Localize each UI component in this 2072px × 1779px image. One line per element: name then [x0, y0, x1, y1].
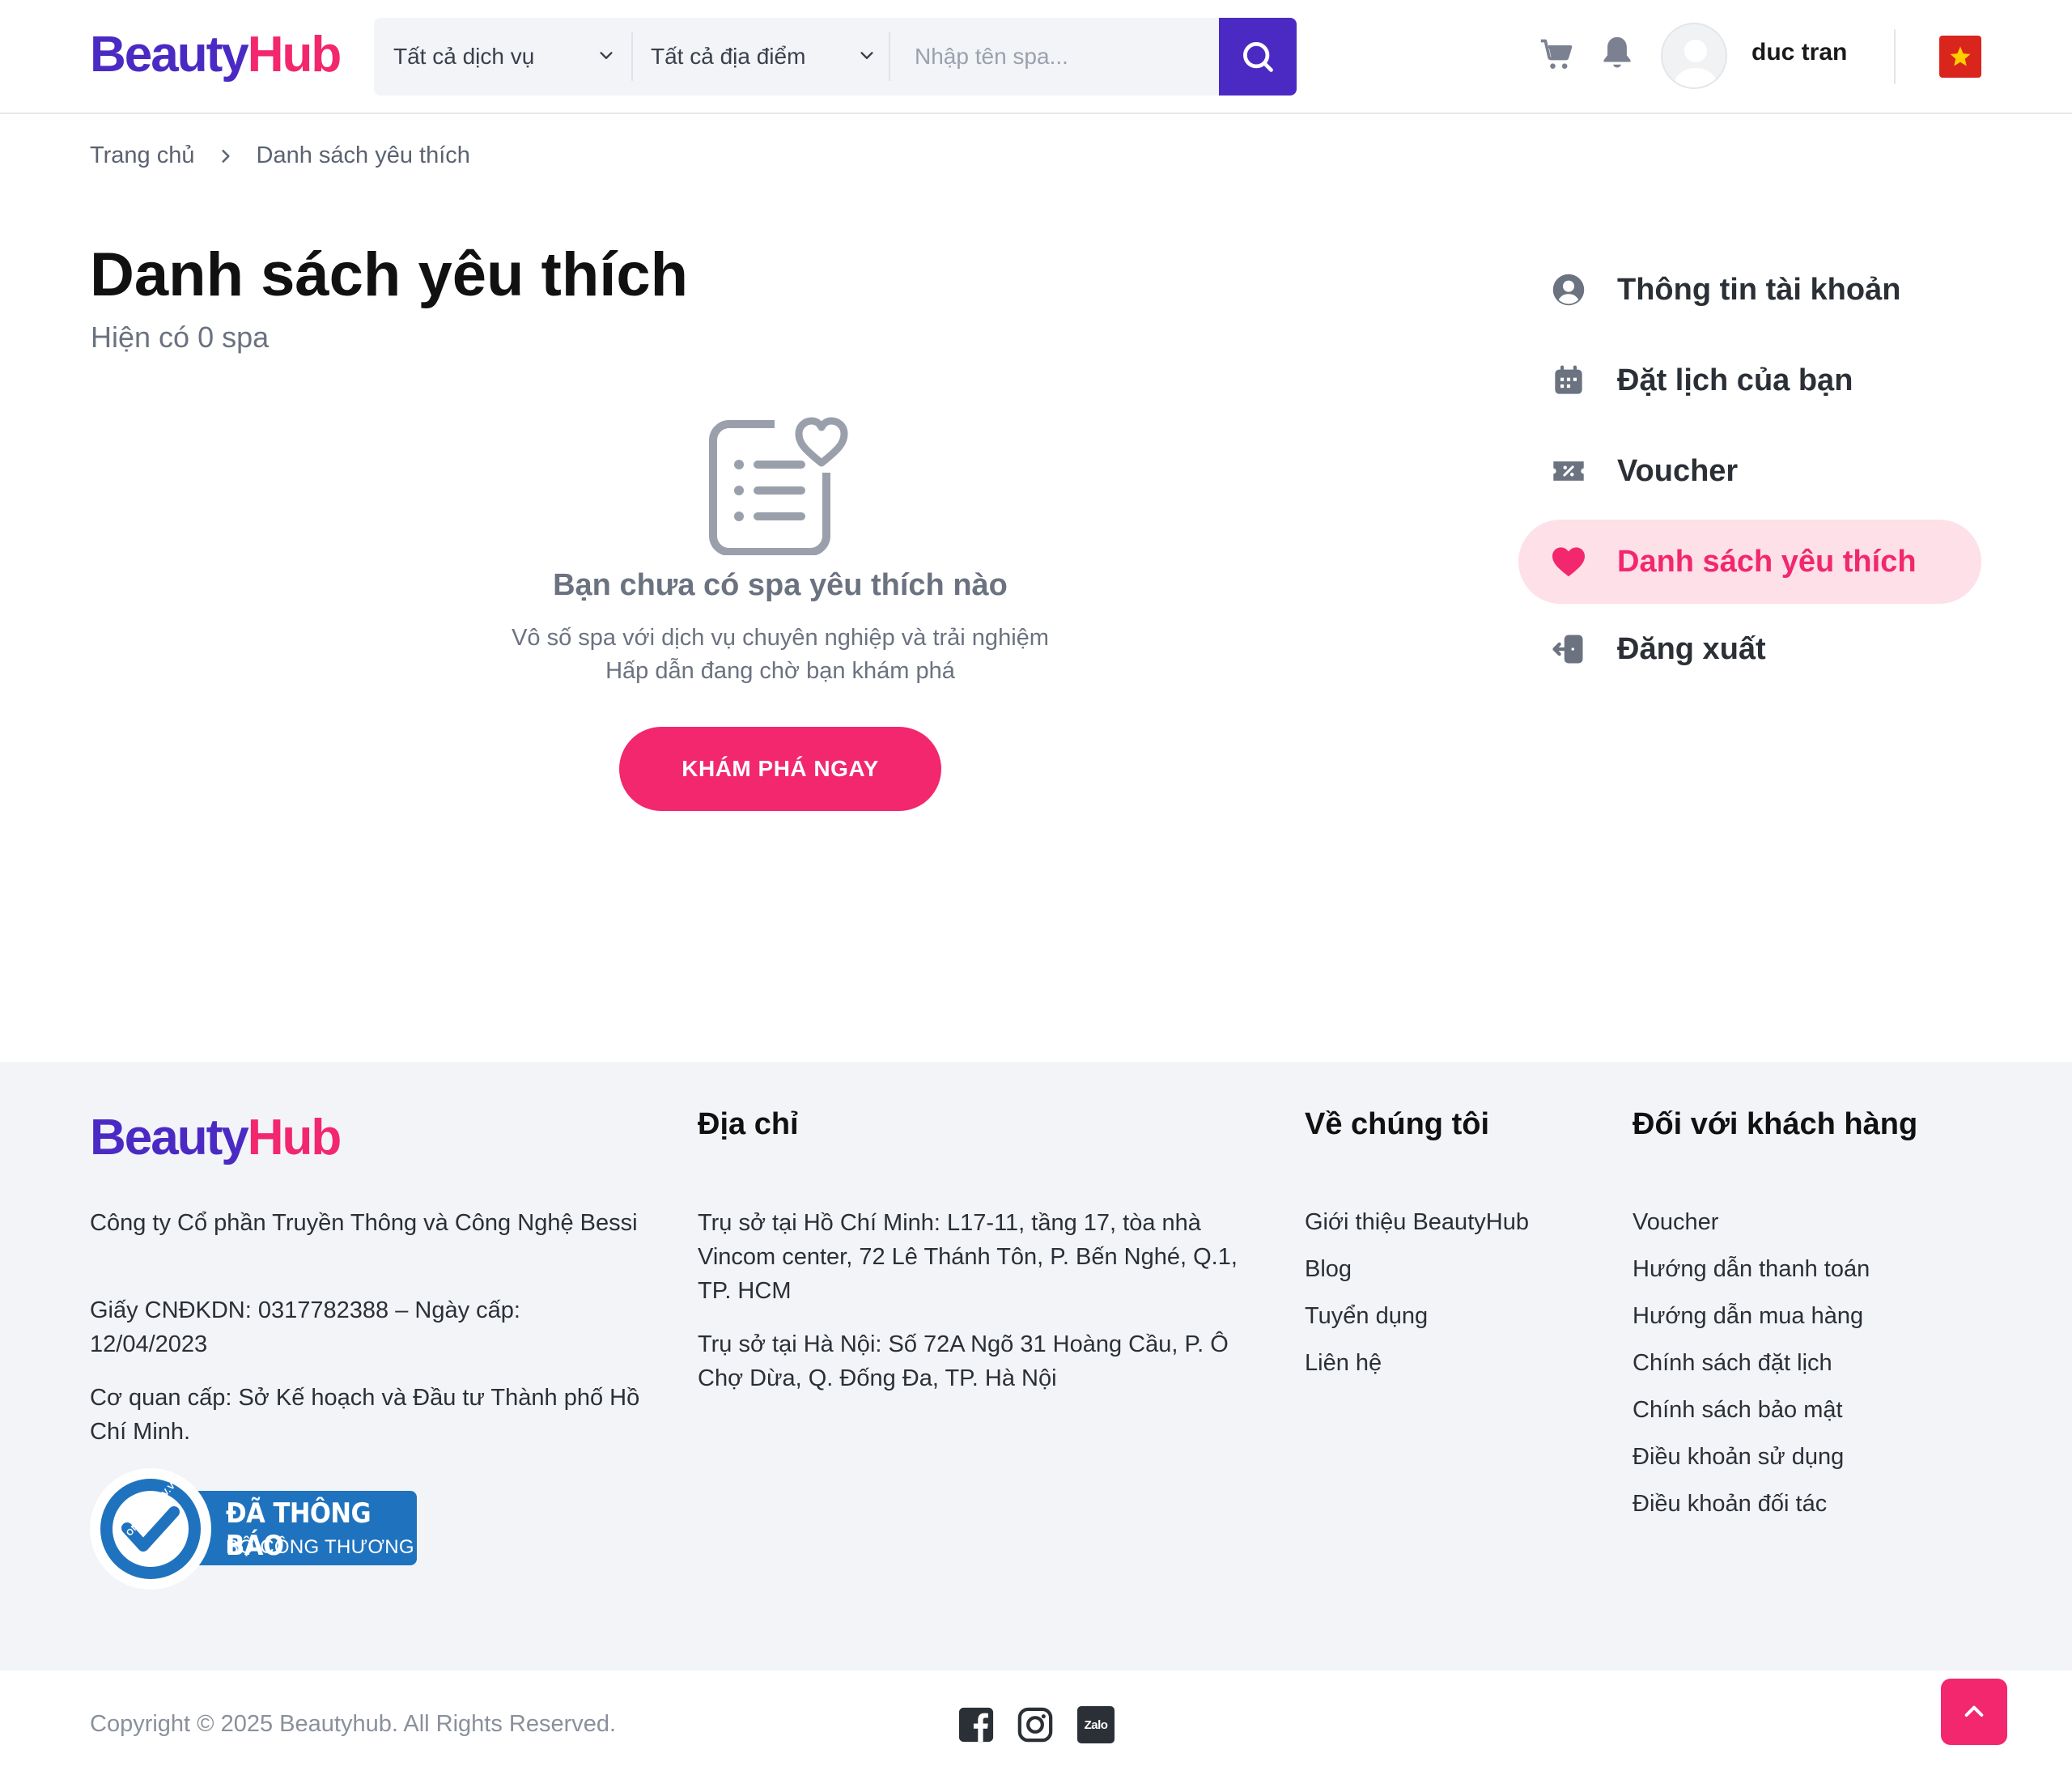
empty-state-title: Bạn chưa có spa yêu thích nào — [553, 568, 1008, 602]
sidebar-item-logout[interactable]: Đăng xuất — [1518, 607, 1981, 691]
footer-link-about[interactable]: Giới thiệu BeautyHub — [1305, 1209, 1529, 1236]
vietnam-flag-icon[interactable] — [1939, 36, 1981, 78]
empty-wishlist-icon — [709, 411, 852, 555]
header-divider — [1894, 29, 1896, 84]
customer-heading: Đối với khách hàng — [1633, 1107, 1918, 1141]
search-icon — [1243, 42, 1273, 72]
zalo-label: Zalo — [1084, 1717, 1108, 1732]
sidebar-item-label: Đăng xuất — [1617, 631, 1766, 666]
breadcrumb-current: Danh sách yêu thích — [256, 142, 470, 168]
sidebar-item-label: Voucher — [1617, 453, 1739, 488]
sidebar-item-wishlist[interactable]: Danh sách yêu thích — [1518, 520, 1981, 604]
empty-state-description: Vô số spa với dịch vụ chuyên nghiệp và t… — [453, 622, 1107, 688]
service-select-value: Tất cả dịch vụ — [393, 44, 535, 69]
chevron-right-icon — [221, 149, 230, 163]
company-name: Công ty Cổ phần Truyền Thông và Công Ngh… — [90, 1210, 638, 1236]
spa-search-input[interactable] — [915, 18, 1206, 96]
location-select[interactable]: Tất cả địa điểm — [651, 18, 894, 96]
bell-icon[interactable] — [1599, 34, 1635, 73]
footer-logo[interactable]: BeautyHub — [90, 1107, 342, 1169]
zalo-icon[interactable]: Zalo — [1077, 1706, 1115, 1743]
sidebar-item-voucher[interactable]: Voucher — [1518, 429, 1981, 513]
address-heading: Địa chỉ — [698, 1107, 799, 1141]
address-hcm: Trụ sở tại Hồ Chí Minh: L17-11, tầng 17,… — [698, 1210, 1238, 1304]
empty-desc-line-1: Vô số spa với dịch vụ chuyên nghiệp và t… — [512, 625, 1049, 651]
username[interactable]: duc tran — [1751, 39, 1847, 66]
footer-link-payment-guide[interactable]: Hướng dẫn thanh toán — [1633, 1256, 1870, 1283]
brand-logo[interactable]: BeautyHub — [90, 24, 342, 86]
search-bar: Tất cả dịch vụ Tất cả địa điểm — [374, 18, 1297, 96]
footer-link-partner-terms[interactable]: Điều khoản đối tác — [1633, 1491, 1827, 1518]
facebook-icon[interactable] — [957, 1706, 995, 1743]
ticket-icon — [1551, 453, 1586, 489]
explore-now-button[interactable]: KHÁM PHÁ NGAY — [619, 727, 941, 811]
footer-link-contact[interactable]: Liên hệ — [1305, 1350, 1382, 1377]
user-circle-icon — [1551, 272, 1586, 308]
service-select[interactable]: Tất cả dịch vụ — [393, 18, 633, 96]
sidebar-item-label: Danh sách yêu thích — [1617, 544, 1917, 579]
chevron-down-icon — [600, 52, 613, 59]
logo-part-hub: Hub — [247, 1110, 342, 1165]
site-footer: BeautyHub Công ty Cổ phần Truyền Thông v… — [0, 1062, 2072, 1671]
footer-link-booking-policy[interactable]: Chính sách đặt lịch — [1633, 1350, 1832, 1377]
address-hanoi: Trụ sở tại Hà Nội: Số 72A Ngõ 31 Hoàng C… — [698, 1331, 1229, 1391]
favorites-count: Hiện có 0 spa — [91, 321, 270, 354]
location-select-value: Tất cả địa điểm — [651, 44, 806, 69]
sidebar-item-bookings[interactable]: Đặt lịch của bạn — [1518, 338, 1981, 422]
search-button[interactable] — [1219, 18, 1297, 96]
heart-icon — [1551, 544, 1586, 580]
sidebar-item-label: Thông tin tài khoản — [1617, 272, 1901, 307]
breadcrumb: Trang chủ Danh sách yêu thích — [90, 142, 470, 169]
cart-icon[interactable] — [1539, 36, 1575, 73]
footer-link-voucher[interactable]: Voucher — [1633, 1209, 1718, 1236]
logo-part-beauty: Beauty — [90, 27, 249, 83]
footer-link-blog[interactable]: Blog — [1305, 1256, 1352, 1283]
breadcrumb-home[interactable]: Trang chủ — [90, 142, 195, 169]
instagram-icon[interactable] — [1017, 1706, 1054, 1743]
select-divider — [631, 32, 633, 81]
ministry-registered-badge[interactable]: ONLINE.GOV.VN ĐÃ THÔNG BÁO BỘ CÔNG THƯƠN… — [90, 1468, 417, 1590]
about-heading: Về chúng tôi — [1305, 1107, 1489, 1141]
calendar-icon — [1551, 363, 1586, 398]
copyright-text: Copyright © 2025 Beautyhub. All Rights R… — [90, 1711, 617, 1737]
license-issuer: Cơ quan cấp: Sở Kế hoạch và Đầu tư Thành… — [90, 1385, 640, 1445]
star-icon — [1950, 46, 1971, 66]
select-divider — [889, 32, 890, 81]
footer-link-purchase-guide[interactable]: Hướng dẫn mua hàng — [1633, 1303, 1863, 1330]
site-header: BeautyHub Tất cả dịch vụ Tất cả địa điểm… — [0, 0, 2072, 114]
logo-part-hub: Hub — [247, 27, 342, 83]
footer-link-privacy-policy[interactable]: Chính sách bảo mật — [1633, 1397, 1843, 1424]
sidebar-item-account-info[interactable]: Thông tin tài khoản — [1518, 248, 1981, 332]
logo-part-beauty: Beauty — [90, 1110, 249, 1165]
sidebar-item-label: Đặt lịch của bạn — [1617, 363, 1853, 397]
business-license: Giấy CNĐKDN: 0317782388 – Ngày cấp: 12/0… — [90, 1297, 520, 1357]
badge-subtitle: BỘ CÔNG THƯƠNG — [226, 1536, 414, 1558]
scroll-to-top-button[interactable] — [1941, 1679, 2007, 1745]
avatar-placeholder-icon — [1675, 40, 1717, 87]
empty-desc-line-2: Hấp dẫn đang chờ bạn khám phá — [605, 658, 955, 684]
chevron-up-icon — [1964, 1705, 1984, 1717]
footer-link-terms-of-use[interactable]: Điều khoản sử dụng — [1633, 1444, 1844, 1471]
chevron-down-icon — [860, 52, 873, 59]
footer-bottom-bar: Copyright © 2025 Beautyhub. All Rights R… — [0, 1671, 2072, 1779]
page-title: Danh sách yêu thích — [90, 240, 689, 309]
footer-link-careers[interactable]: Tuyển dụng — [1305, 1303, 1428, 1330]
logout-icon — [1551, 631, 1586, 667]
user-avatar[interactable] — [1661, 23, 1727, 89]
